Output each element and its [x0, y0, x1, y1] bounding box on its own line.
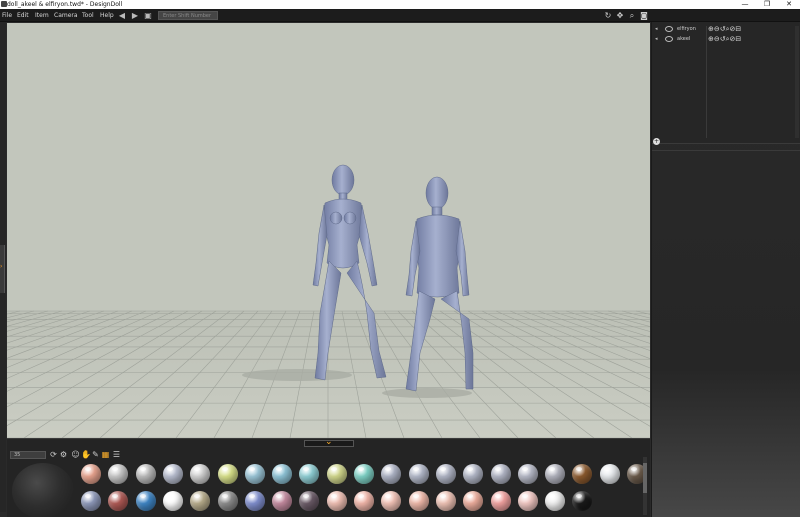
rotate-icon[interactable]: ↻ — [603, 11, 613, 21]
material-swatch[interactable] — [545, 464, 566, 484]
material-swatch[interactable] — [435, 491, 456, 511]
material-swatch[interactable] — [490, 491, 511, 511]
material-swatch[interactable] — [190, 464, 211, 484]
menu-item[interactable]: Item — [35, 9, 49, 22]
material-swatch[interactable] — [517, 464, 538, 484]
menu-edit[interactable]: Edit — [17, 9, 29, 22]
window-title: doll_akeel & elfiryon.twd* - DesignDoll — [7, 1, 123, 8]
material-swatch[interactable] — [599, 464, 620, 484]
object-name: akeel — [677, 36, 691, 42]
object-list: ◂ elfiryon ⊕⊖↺⌕⊘⊟ ◂ akeel ⊕⊖↺⌕⊘⊟ + — [652, 22, 800, 145]
scene-canvas[interactable] — [7, 23, 650, 438]
material-panel: 35 ⟳ ⚙ ☺ ✋ ✎ ▦ ☰ — [7, 437, 650, 517]
material-swatch[interactable] — [272, 464, 293, 484]
material-swatch[interactable] — [381, 464, 402, 484]
title-bar: doll_akeel & elfiryon.twd* - DesignDoll … — [0, 0, 800, 9]
material-swatch[interactable] — [108, 491, 129, 511]
figure-icon[interactable]: ☺ — [71, 450, 80, 459]
3d-viewport[interactable] — [7, 23, 650, 438]
material-swatch[interactable] — [299, 464, 320, 484]
settings-icon[interactable]: ⚙ — [59, 450, 68, 459]
maximize-button[interactable]: ❐ — [757, 0, 777, 9]
design-doll-app: doll_akeel & elfiryon.twd* - DesignDoll … — [0, 0, 800, 517]
material-swatch[interactable] — [135, 464, 156, 484]
close-button[interactable]: ✕ — [779, 0, 799, 9]
visibility-eye-icon[interactable] — [665, 26, 673, 32]
material-swatch[interactable] — [217, 491, 238, 511]
redo-arrow-icon[interactable]: ▶ — [130, 11, 140, 20]
material-swatch[interactable] — [81, 491, 101, 511]
material-swatch[interactable] — [162, 491, 183, 511]
material-swatch[interactable] — [135, 491, 156, 511]
material-swatch[interactable] — [572, 464, 593, 484]
scene-object-panel: ◂ elfiryon ⊕⊖↺⌕⊘⊟ ◂ akeel ⊕⊖↺⌕⊘⊟ + — [651, 22, 800, 517]
object-tool-icons[interactable]: ⊕⊖↺⌕⊘⊟ — [708, 24, 741, 34]
grid-view-icon[interactable]: ▦ — [101, 450, 110, 459]
material-swatch[interactable] — [81, 464, 101, 484]
material-swatch[interactable] — [463, 491, 484, 511]
material-swatch[interactable] — [381, 491, 402, 511]
object-list-scrollbar[interactable] — [795, 26, 799, 138]
expand-arrow-icon[interactable]: ◂ — [655, 34, 658, 44]
frame-number-input[interactable]: Enter Shift Number — [158, 11, 218, 20]
menu-camera[interactable]: Camera — [54, 9, 78, 22]
zoom-icon[interactable]: ⌕ — [627, 11, 637, 21]
object-row-akeel[interactable]: ◂ akeel ⊕⊖↺⌕⊘⊟ — [655, 34, 795, 44]
menu-file[interactable]: File — [2, 9, 12, 22]
material-swatch[interactable] — [190, 491, 211, 511]
material-scrollbar-thumb[interactable] — [643, 463, 647, 493]
material-swatch[interactable] — [326, 491, 347, 511]
menu-bar: File Edit Item Camera Tool Help ◀ ▶ ▣ En… — [0, 9, 800, 22]
material-swatch[interactable] — [435, 464, 456, 484]
material-swatch[interactable] — [572, 491, 593, 511]
expand-left-panel-icon[interactable]: › — [0, 262, 5, 272]
material-swatch[interactable] — [354, 491, 374, 511]
material-swatch[interactable] — [463, 464, 484, 484]
material-swatch[interactable] — [299, 491, 320, 511]
material-swatch[interactable] — [326, 464, 347, 484]
brush-icon[interactable]: ✎ — [91, 450, 100, 459]
expand-arrow-icon[interactable]: ◂ — [655, 24, 658, 34]
material-swatch[interactable] — [408, 491, 429, 511]
minimize-button[interactable]: — — [735, 0, 755, 9]
pan-icon[interactable]: ✥ — [615, 11, 625, 21]
menu-help[interactable]: Help — [100, 9, 114, 22]
undo-arrow-icon[interactable]: ◀ — [117, 11, 127, 20]
object-name: elfiryon — [677, 26, 696, 32]
object-tool-icons[interactable]: ⊕⊖↺⌕⊘⊟ — [708, 34, 741, 44]
panel-separator — [652, 150, 800, 151]
material-swatch[interactable] — [517, 491, 538, 511]
add-object-button[interactable]: + — [653, 138, 660, 145]
material-swatch[interactable] — [408, 464, 429, 484]
doll-shadow-right — [382, 388, 472, 398]
material-swatch[interactable] — [244, 464, 265, 484]
material-swatch[interactable] — [244, 491, 265, 511]
collapse-panel-button[interactable] — [304, 437, 354, 447]
material-swatch[interactable] — [217, 464, 238, 484]
material-swatch[interactable] — [545, 491, 566, 511]
material-swatch[interactable] — [354, 464, 374, 484]
material-preview-sphere — [12, 463, 74, 517]
object-row-elfiryon[interactable]: ◂ elfiryon ⊕⊖↺⌕⊘⊟ — [655, 24, 795, 34]
film-camera-icon[interactable]: ▣ — [143, 11, 153, 20]
menu-tool[interactable]: Tool — [82, 9, 94, 22]
material-swatch[interactable] — [272, 491, 293, 511]
reset-icon[interactable]: ⟳ — [49, 450, 58, 459]
brush-size-field[interactable]: 35 — [10, 451, 46, 459]
doll-shadow-left — [242, 369, 352, 381]
material-swatch[interactable] — [162, 464, 183, 484]
material-swatch[interactable] — [108, 464, 129, 484]
visibility-eye-icon[interactable] — [665, 36, 673, 42]
screenshot-icon[interactable]: ◙ — [639, 11, 649, 21]
column-divider — [706, 26, 707, 138]
list-view-icon[interactable]: ☰ — [112, 450, 121, 459]
material-swatch[interactable] — [490, 464, 511, 484]
hand-icon[interactable]: ✋ — [81, 450, 91, 459]
